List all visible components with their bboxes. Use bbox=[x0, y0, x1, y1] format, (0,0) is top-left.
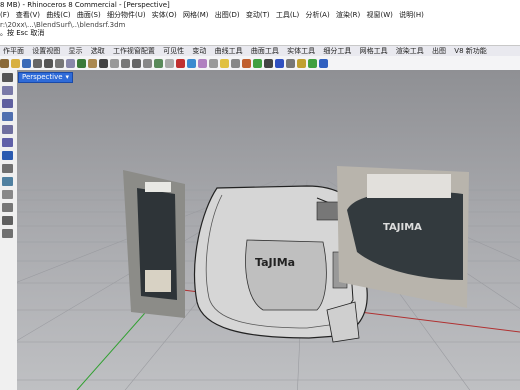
options-icon[interactable] bbox=[297, 58, 306, 68]
point-tool-icon[interactable] bbox=[2, 86, 13, 95]
command-prompt: 。按 Esc 取消 bbox=[0, 29, 520, 38]
layer-icon[interactable] bbox=[242, 58, 251, 68]
tab-drafting[interactable]: 出图 bbox=[429, 46, 449, 56]
color-wheel-icon[interactable] bbox=[253, 58, 262, 68]
new-icon[interactable] bbox=[0, 58, 9, 68]
paste-icon[interactable] bbox=[66, 58, 75, 68]
menu-layout[interactable]: 出图(D) bbox=[215, 10, 240, 21]
tab-viewport-layout[interactable]: 工作视窗配置 bbox=[110, 46, 158, 56]
open-icon[interactable] bbox=[11, 58, 20, 68]
model-brand-label: TaJIMa bbox=[255, 256, 295, 269]
menu-transform[interactable]: 变动(T) bbox=[246, 10, 270, 21]
car-icon[interactable] bbox=[176, 58, 185, 68]
tab-transform[interactable]: 变动 bbox=[189, 46, 209, 56]
zoom-icon[interactable] bbox=[110, 58, 119, 68]
zoom-extents-icon[interactable] bbox=[132, 58, 141, 68]
menu-tools[interactable]: 工具(L) bbox=[276, 10, 299, 21]
tab-surface-tools[interactable]: 曲面工具 bbox=[248, 46, 282, 56]
tab-visibility[interactable]: 可见性 bbox=[160, 46, 187, 56]
curve-from-object-icon[interactable] bbox=[2, 216, 13, 225]
window-title: 8 MB) - Rhinoceros 8 Commercial - [Persp… bbox=[0, 1, 170, 9]
cut-icon[interactable] bbox=[44, 58, 53, 68]
main-toolbar bbox=[0, 56, 520, 70]
print-icon[interactable] bbox=[33, 58, 42, 68]
tab-v8-new[interactable]: V8 新功能 bbox=[451, 46, 489, 56]
photo-brand-label: TAJIMA bbox=[383, 222, 422, 233]
mesh-tool-icon[interactable] bbox=[2, 190, 13, 199]
rectangle-tool-icon[interactable] bbox=[2, 151, 13, 160]
grasshopper-icon[interactable] bbox=[308, 58, 317, 68]
polyline-tool-icon[interactable] bbox=[2, 99, 13, 108]
menu-bar: (F) 查看(V) 曲线(C) 曲面(S) 细分物件(U) 实体(O) 网格(M… bbox=[0, 10, 520, 21]
menu-file[interactable]: (F) bbox=[0, 10, 10, 21]
save-icon[interactable] bbox=[22, 58, 31, 68]
render-icon[interactable] bbox=[275, 58, 284, 68]
material-icon[interactable] bbox=[264, 58, 273, 68]
perspective-viewport[interactable]: TaJIMa TAJIMA bbox=[17, 70, 520, 390]
menu-surface[interactable]: 曲面(S) bbox=[77, 10, 101, 21]
help-icon[interactable] bbox=[319, 58, 328, 68]
copy-icon[interactable] bbox=[55, 58, 64, 68]
transform-tool-icon[interactable] bbox=[2, 203, 13, 212]
reference-photo-left bbox=[123, 170, 185, 318]
viewport-tab-perspective[interactable]: Perspective ▾ bbox=[18, 72, 74, 83]
menu-curve[interactable]: 曲线(C) bbox=[46, 10, 70, 21]
tab-mesh-tools[interactable]: 网格工具 bbox=[357, 46, 391, 56]
cplane-icon[interactable] bbox=[165, 58, 174, 68]
lock-icon[interactable] bbox=[209, 58, 218, 68]
undo-icon[interactable] bbox=[77, 58, 86, 68]
tab-curve-tools[interactable]: 曲线工具 bbox=[212, 46, 246, 56]
title-bar: 8 MB) - Rhinoceros 8 Commercial - [Persp… bbox=[0, 0, 520, 10]
tab-set-view[interactable]: 设置视图 bbox=[29, 46, 63, 56]
tab-display[interactable]: 显示 bbox=[65, 46, 85, 56]
tab-cplanes[interactable]: 作平面 bbox=[0, 46, 27, 56]
menu-help[interactable]: 说明(H) bbox=[399, 10, 424, 21]
select-tool-icon[interactable] bbox=[2, 73, 13, 82]
menu-analyze[interactable]: 分析(A) bbox=[305, 10, 329, 21]
bulb-icon[interactable] bbox=[231, 58, 240, 68]
menu-view[interactable]: 查看(V) bbox=[16, 10, 40, 21]
viewport-label: Perspective bbox=[22, 73, 63, 81]
menu-solid[interactable]: 实体(O) bbox=[152, 10, 177, 21]
four-views-icon[interactable] bbox=[154, 58, 163, 68]
command-input[interactable] bbox=[0, 38, 520, 46]
dimension-tool-icon[interactable] bbox=[2, 229, 13, 238]
menu-subd[interactable]: 细分物件(U) bbox=[107, 10, 146, 21]
hide-icon[interactable] bbox=[198, 58, 207, 68]
tab-select[interactable]: 选取 bbox=[88, 46, 108, 56]
circle-tool-icon[interactable] bbox=[2, 125, 13, 134]
toolbar-tabs: 作平面 设置视图 显示 选取 工作视窗配置 可见性 变动 曲线工具 曲面工具 实… bbox=[0, 46, 520, 56]
rotate-view-icon[interactable] bbox=[99, 58, 108, 68]
light-icon[interactable] bbox=[220, 58, 229, 68]
command-history: r:\20xx\...\BlendSurf\..\blendsrf.3dm bbox=[0, 21, 520, 29]
tab-subd-tools[interactable]: 细分工具 bbox=[320, 46, 354, 56]
select-icon[interactable] bbox=[187, 58, 196, 68]
environment-icon[interactable] bbox=[286, 58, 295, 68]
viewport-menu-chevron-icon[interactable]: ▾ bbox=[66, 73, 70, 81]
zoom-selected-icon[interactable] bbox=[143, 58, 152, 68]
surface-tool-icon[interactable] bbox=[2, 164, 13, 173]
menu-mesh[interactable]: 网格(M) bbox=[183, 10, 209, 21]
menu-render[interactable]: 渲染(R) bbox=[336, 10, 360, 21]
solid-tool-icon[interactable] bbox=[2, 177, 13, 186]
viewport-scene: TaJIMa TAJIMA bbox=[17, 166, 520, 390]
left-toolbar bbox=[0, 70, 17, 390]
arc-tool-icon[interactable] bbox=[2, 138, 13, 147]
curve-tool-icon[interactable] bbox=[2, 112, 13, 121]
tab-render-tools[interactable]: 渲染工具 bbox=[393, 46, 427, 56]
zoom-window-icon[interactable] bbox=[121, 58, 130, 68]
menu-panels[interactable]: 视窗(W) bbox=[367, 10, 393, 21]
tab-solid-tools[interactable]: 实体工具 bbox=[284, 46, 318, 56]
pan-icon[interactable] bbox=[88, 58, 97, 68]
